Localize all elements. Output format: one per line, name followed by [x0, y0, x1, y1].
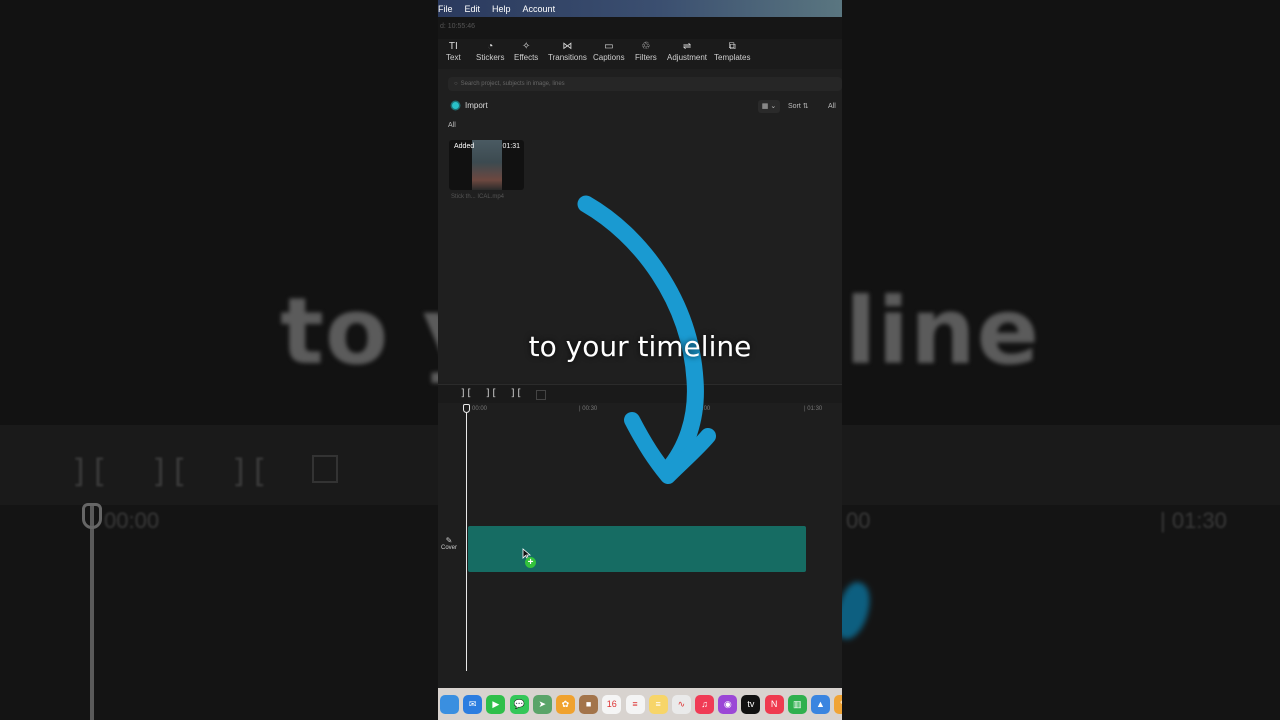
asset-toolbar: TI Text ◔ Stickers ✧ Effects ⋈ Transitions ▭… — [438, 39, 842, 69]
sticker-icon: ◔ — [487, 41, 494, 52]
ruler-mark: 00:00 — [472, 406, 488, 412]
freeform-icon[interactable]: ∿ — [671, 694, 691, 714]
pencil-icon: ✎ — [445, 536, 453, 545]
section-label-all: All — [448, 122, 456, 129]
background-time-end: | 01:30 — [1160, 508, 1227, 533]
title-timecode: d: 10:55:46 — [440, 23, 476, 30]
delete-icon[interactable] — [536, 390, 546, 400]
tool-adjustment[interactable]: ⇌ Adjustment — [667, 41, 707, 62]
split-left-icon[interactable]: ][ — [485, 388, 497, 399]
reminders-icon[interactable]: ≡ — [625, 694, 645, 714]
main-track-drop-zone[interactable] — [468, 526, 806, 572]
search-placeholder: Search project, subjects in image, lines — [460, 81, 565, 87]
menu-help[interactable]: Help — [492, 4, 511, 14]
music-icon[interactable]: ♫ — [695, 694, 715, 714]
finder-icon[interactable] — [440, 694, 459, 714]
background-split-right-icon: ][ — [230, 452, 269, 490]
adjustment-icon: ⇌ — [682, 41, 692, 52]
captions-icon: ▭ — [604, 41, 614, 52]
split-icon[interactable]: ][ — [460, 388, 472, 399]
tool-label: Text — [446, 53, 461, 62]
filters-icon: ♲ — [641, 41, 651, 52]
news-icon[interactable]: N — [764, 694, 784, 714]
ruler-mark: | 01:30 — [804, 406, 823, 412]
tool-label: Filters — [635, 53, 657, 62]
add-plus-icon: + — [525, 557, 536, 568]
menu-bar: File Edit Help Account — [438, 0, 842, 17]
view-mode-button[interactable]: ▦ ⌄ — [758, 100, 780, 113]
facetime-icon[interactable]: ▶ — [486, 694, 506, 714]
ruler-mark: | 01:00 — [692, 406, 711, 412]
tv-icon[interactable]: tv — [741, 694, 761, 714]
title-bar: d: 10:55:46 — [438, 17, 842, 39]
menu-account[interactable]: Account — [523, 4, 556, 14]
playhead-handle[interactable] — [463, 404, 470, 413]
grid-icon: ▦ ⌄ — [761, 103, 777, 110]
media-clip-thumbnail[interactable]: Added 01:31 — [449, 140, 524, 190]
keynote-icon[interactable]: ▲ — [811, 694, 830, 714]
tool-label: Adjustment — [667, 53, 708, 62]
search-input[interactable]: ○ Search project, subjects in image, line… — [448, 77, 842, 91]
mail-icon[interactable]: ✉ — [463, 694, 483, 714]
tool-text[interactable]: TI Text — [446, 41, 461, 62]
cover-label: Cover — [440, 545, 457, 551]
text-icon: TI — [448, 41, 458, 52]
tool-label: Effects — [514, 53, 539, 62]
tool-label: Captions — [593, 53, 625, 62]
tool-templates[interactable]: ⧉ Templates — [714, 41, 750, 62]
numbers-icon[interactable]: ▥ — [787, 694, 807, 714]
menu-file[interactable]: File — [438, 4, 453, 14]
import-icon — [452, 102, 459, 109]
effects-icon: ✧ — [521, 41, 531, 52]
tool-label: Transitions — [548, 53, 587, 62]
notes-brown-icon[interactable]: ■ — [579, 694, 599, 714]
tool-effects[interactable]: ✧ Effects — [514, 41, 538, 62]
overlay-caption: to your timeline — [528, 330, 752, 363]
pages-icon[interactable]: ✎ — [834, 694, 842, 714]
ruler-mark: | 00:30 — [579, 406, 598, 412]
import-button[interactable]: Import — [452, 101, 488, 110]
background-time-start: 00:00 — [104, 508, 160, 533]
background-split-icon: ][ — [70, 452, 109, 490]
tool-label: Templates — [714, 53, 751, 62]
import-label: Import — [465, 101, 488, 110]
background-playhead-handle — [82, 503, 102, 529]
timeline-panel: ][ ][ ][ 00:00 | 00:30 | 01:00 | 01:30 ✎… — [438, 384, 842, 677]
tool-stickers[interactable]: ◔ Stickers — [476, 41, 504, 62]
added-badge: Added — [454, 143, 475, 150]
messages-icon[interactable]: 💬 — [509, 694, 529, 714]
templates-icon: ⧉ — [728, 41, 736, 52]
playhead-line[interactable] — [466, 408, 467, 671]
sort-label: Sort — [788, 103, 801, 110]
notes-icon[interactable]: ≡ — [648, 694, 668, 714]
menu-edit[interactable]: Edit — [465, 4, 481, 14]
tool-captions[interactable]: ▭ Captions — [593, 41, 625, 62]
timeline-toolbar: ][ ][ ][ — [438, 384, 842, 403]
transitions-icon: ⋈ — [562, 41, 573, 52]
background-delete-icon — [312, 455, 338, 483]
background-time-mid: 00 — [846, 508, 871, 533]
background-split-left-icon: ][ — [150, 452, 189, 490]
tool-label: Stickers — [476, 53, 505, 62]
tool-transitions[interactable]: ⋈ Transitions — [548, 41, 587, 62]
tool-filters[interactable]: ♲ Filters — [635, 41, 657, 62]
filter-all-button[interactable]: All — [828, 100, 836, 113]
background-playhead-line — [90, 505, 94, 720]
macos-dock: ✉▶💬➤✿■16≡≡∿♫◉tvN▥▲✎ — [438, 688, 842, 720]
sort-icon: ⇅ — [802, 103, 809, 110]
podcasts-icon[interactable]: ◉ — [718, 694, 738, 714]
maps-icon[interactable]: ➤ — [532, 694, 552, 714]
timeline-ruler[interactable]: 00:00 | 00:30 | 01:00 | 01:30 — [438, 404, 842, 416]
calendar-icon[interactable]: 16 — [602, 694, 622, 714]
cover-button[interactable]: ✎ Cover — [438, 536, 460, 558]
clip-duration: 01:31 — [502, 143, 520, 150]
clip-filename: Stick th... ICAL.mp4 — [451, 194, 505, 200]
search-icon: ○ — [454, 81, 458, 87]
sort-button[interactable]: Sort ⇅ — [788, 100, 809, 113]
split-right-icon[interactable]: ][ — [510, 388, 522, 399]
clip-preview-image — [472, 140, 502, 190]
photos-icon[interactable]: ✿ — [555, 694, 575, 714]
